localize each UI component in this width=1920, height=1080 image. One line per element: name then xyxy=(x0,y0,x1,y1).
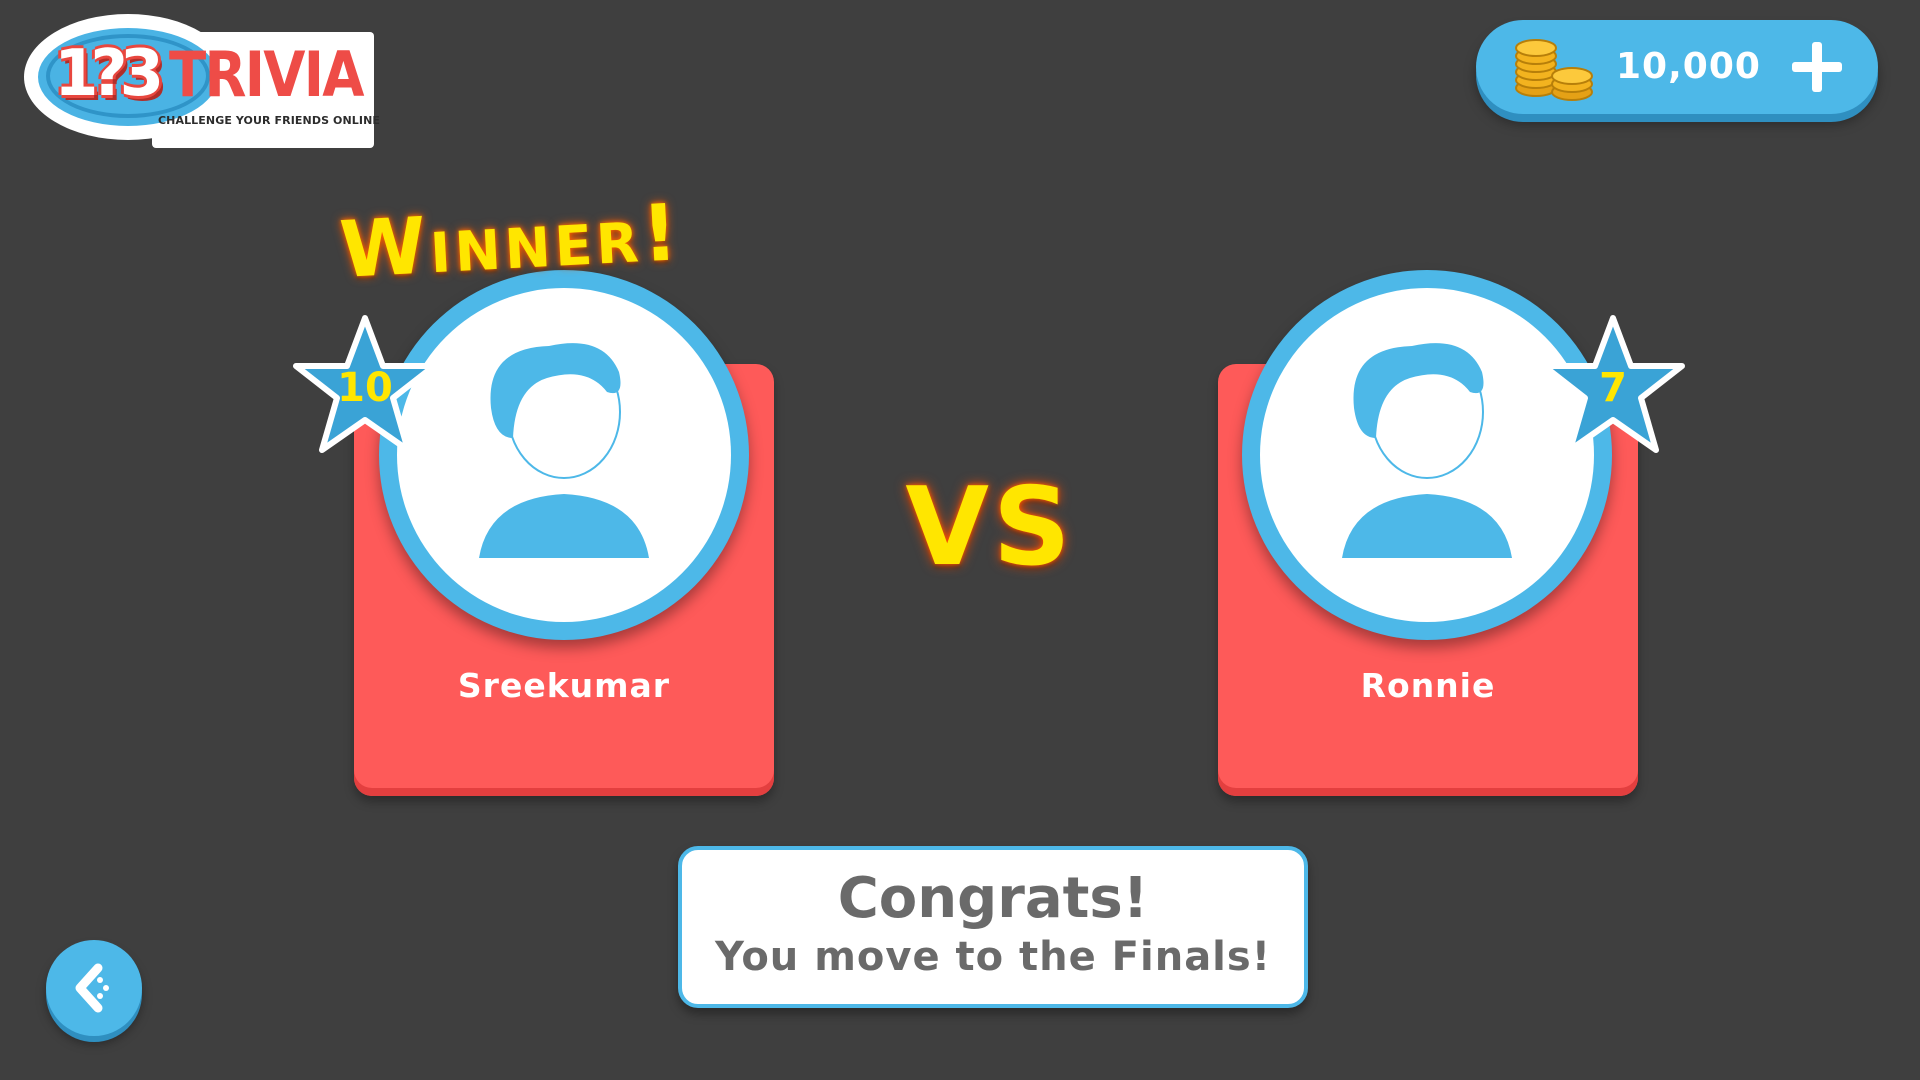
message-subtitle: You move to the Finals! xyxy=(715,934,1271,980)
message-title: Congrats! xyxy=(837,866,1149,931)
score-star-left: 10 xyxy=(290,312,440,458)
player-name-right: Ronnie xyxy=(1360,666,1496,705)
trivia-logo: 1?3 TRIVIA CHALLENGE YOUR FRIENDS ONLINE xyxy=(24,14,380,148)
winner-label: Winner! xyxy=(337,188,684,296)
back-button[interactable] xyxy=(46,940,142,1036)
results-screen: 1?3 TRIVIA CHALLENGE YOUR FRIENDS ONLINE xyxy=(0,0,1920,1080)
coin-amount: 10,000 xyxy=(1616,46,1761,87)
coin-stack-icon xyxy=(1512,34,1602,104)
logo-tagline: CHALLENGE YOUR FRIENDS ONLINE xyxy=(157,114,381,127)
score-star-right: 7 xyxy=(1538,312,1688,458)
plus-icon[interactable] xyxy=(1792,42,1842,92)
user-avatar-icon xyxy=(479,343,649,558)
player-name-left: Sreekumar xyxy=(457,666,671,705)
logo-word: TRIVIA xyxy=(169,38,364,111)
player-score-right: 7 xyxy=(1599,365,1627,411)
back-arrow-icon xyxy=(75,963,109,1013)
result-message-box: Congrats! You move to the Finals! xyxy=(678,846,1308,1008)
player-score-left: 10 xyxy=(337,365,393,411)
coin-balance-button[interactable]: 10,000 xyxy=(1476,20,1878,114)
versus-label: VS xyxy=(905,465,1075,590)
